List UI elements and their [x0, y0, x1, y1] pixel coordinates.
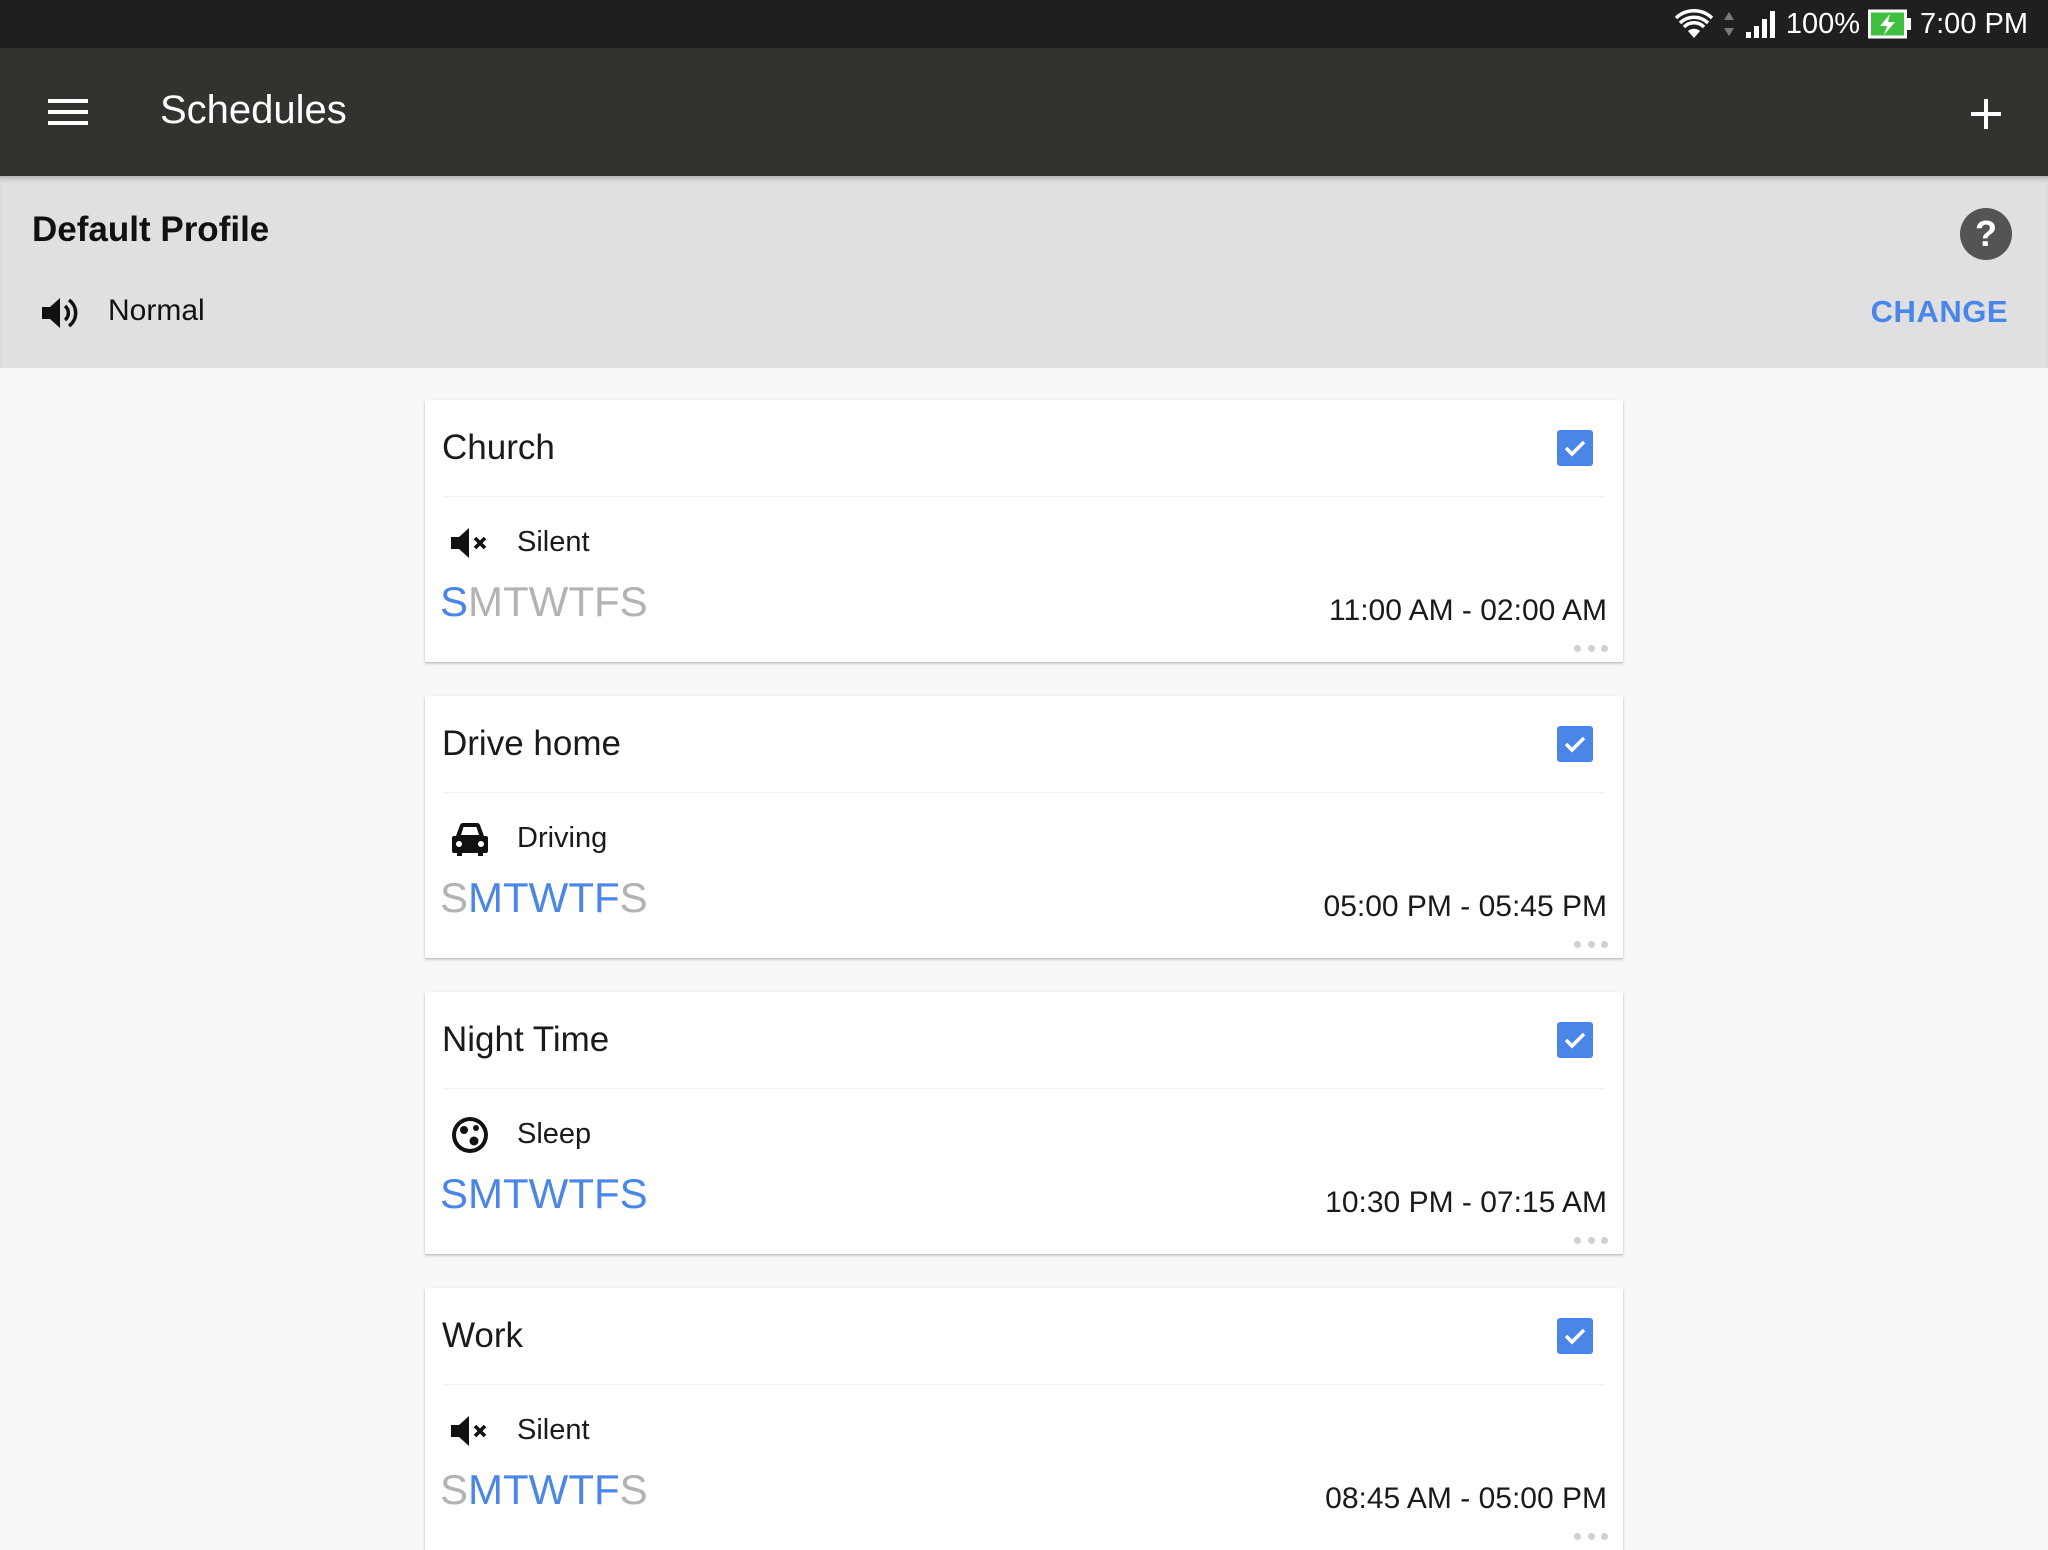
- volume-off-icon: [449, 1410, 491, 1452]
- day-sun: S: [440, 874, 469, 921]
- day-tue: T: [503, 1466, 529, 1513]
- more-options-icon[interactable]: [1574, 644, 1608, 652]
- divider: [442, 496, 1606, 497]
- schedule-time-range: 10:30 PM - 07:15 AM: [1325, 1186, 1607, 1219]
- day-fri: F: [593, 578, 620, 625]
- page-title: Schedules: [160, 88, 347, 132]
- default-profile-mode: Normal: [108, 294, 205, 327]
- car-icon: [449, 818, 491, 860]
- day-tue: T: [503, 874, 529, 921]
- clock: 7:00 PM: [1920, 7, 2028, 40]
- day-wed: W: [528, 874, 569, 921]
- divider: [442, 1088, 1606, 1089]
- check-icon: [1564, 440, 1586, 457]
- schedule-days: SMTWTFS: [440, 874, 648, 922]
- schedule-card-night-time[interactable]: Night Time Sleep SMTWTFS 10:30 PM - 07:1…: [425, 992, 1623, 1254]
- check-icon: [1564, 1032, 1586, 1049]
- schedule-mode: Silent: [517, 526, 590, 558]
- schedule-enabled-checkbox[interactable]: [1557, 726, 1593, 762]
- more-options-icon[interactable]: [1574, 1532, 1608, 1540]
- day-mon: M: [468, 1170, 504, 1217]
- battery-percent: 100%: [1785, 7, 1860, 40]
- schedule-title: Drive home: [442, 724, 621, 763]
- day-thu: T: [568, 1466, 594, 1513]
- schedule-enabled-checkbox[interactable]: [1557, 430, 1593, 466]
- day-mon: M: [468, 874, 504, 921]
- schedule-days: SMTWTFS: [440, 1466, 648, 1514]
- day-fri: F: [593, 874, 620, 921]
- volume-up-icon: [38, 292, 80, 334]
- schedule-card-work[interactable]: Work Silent SMTWTFS 08:45 AM - 05:00 PM: [425, 1288, 1623, 1550]
- battery-charging-icon: [1868, 9, 1912, 39]
- divider: [442, 1384, 1606, 1385]
- schedule-days: SMTWTFS: [440, 578, 648, 626]
- cell-signal-icon: [1744, 8, 1778, 40]
- default-profile-panel: Default Profile ? Normal CHANGE: [0, 176, 2048, 368]
- day-mon: M: [468, 578, 504, 625]
- default-profile-title: Default Profile: [32, 210, 270, 249]
- day-sun: S: [440, 1466, 469, 1513]
- question-mark-icon[interactable]: ?: [1960, 208, 2012, 260]
- more-options-icon[interactable]: [1574, 940, 1608, 948]
- day-wed: W: [528, 578, 569, 625]
- day-sat: S: [619, 578, 648, 625]
- divider: [442, 792, 1606, 793]
- day-sun: S: [440, 578, 469, 625]
- schedule-title: Church: [442, 428, 555, 467]
- schedule-mode: Sleep: [517, 1118, 592, 1150]
- schedule-enabled-checkbox[interactable]: [1557, 1318, 1593, 1354]
- schedule-time-range: 11:00 AM - 02:00 AM: [1329, 594, 1607, 627]
- day-tue: T: [503, 578, 529, 625]
- schedule-title: Work: [442, 1316, 524, 1355]
- plus-icon[interactable]: [1958, 86, 2014, 142]
- schedule-mode: Driving: [517, 822, 608, 854]
- day-sat: S: [619, 1170, 648, 1217]
- day-sun: S: [440, 1170, 469, 1217]
- check-icon: [1564, 1328, 1586, 1345]
- day-fri: F: [593, 1170, 620, 1217]
- day-sat: S: [619, 1466, 648, 1513]
- data-transfer-icon: [1722, 8, 1736, 40]
- day-thu: T: [568, 874, 594, 921]
- day-tue: T: [503, 1170, 529, 1217]
- wifi-icon: [1674, 8, 1714, 40]
- sleep-icon: [449, 1114, 491, 1156]
- schedule-time-range: 05:00 PM - 05:45 PM: [1323, 890, 1607, 923]
- day-thu: T: [568, 578, 594, 625]
- day-thu: T: [568, 1170, 594, 1217]
- day-wed: W: [528, 1170, 569, 1217]
- schedule-time-range: 08:45 AM - 05:00 PM: [1325, 1482, 1607, 1515]
- status-bar: 100% 7:00 PM: [0, 0, 2048, 48]
- hamburger-menu-icon[interactable]: [44, 90, 92, 134]
- schedule-enabled-checkbox[interactable]: [1557, 1022, 1593, 1058]
- volume-off-icon: [449, 522, 491, 564]
- day-sat: S: [619, 874, 648, 921]
- day-wed: W: [528, 1466, 569, 1513]
- app-bar: Schedules: [0, 48, 2048, 176]
- schedule-mode: Silent: [517, 1414, 590, 1446]
- day-fri: F: [593, 1466, 620, 1513]
- more-options-icon[interactable]: [1574, 1236, 1608, 1244]
- check-icon: [1564, 736, 1586, 753]
- schedule-title: Night Time: [442, 1020, 610, 1059]
- schedule-card-church[interactable]: Church Silent SMTWTFS 11:00 AM - 02:00 A…: [425, 400, 1623, 662]
- schedule-card-drive-home[interactable]: Drive home Driving SMTWTFS 05:00 PM - 05…: [425, 696, 1623, 958]
- day-mon: M: [468, 1466, 504, 1513]
- schedule-days: SMTWTFS: [440, 1170, 648, 1218]
- change-profile-button[interactable]: CHANGE: [1871, 294, 2008, 330]
